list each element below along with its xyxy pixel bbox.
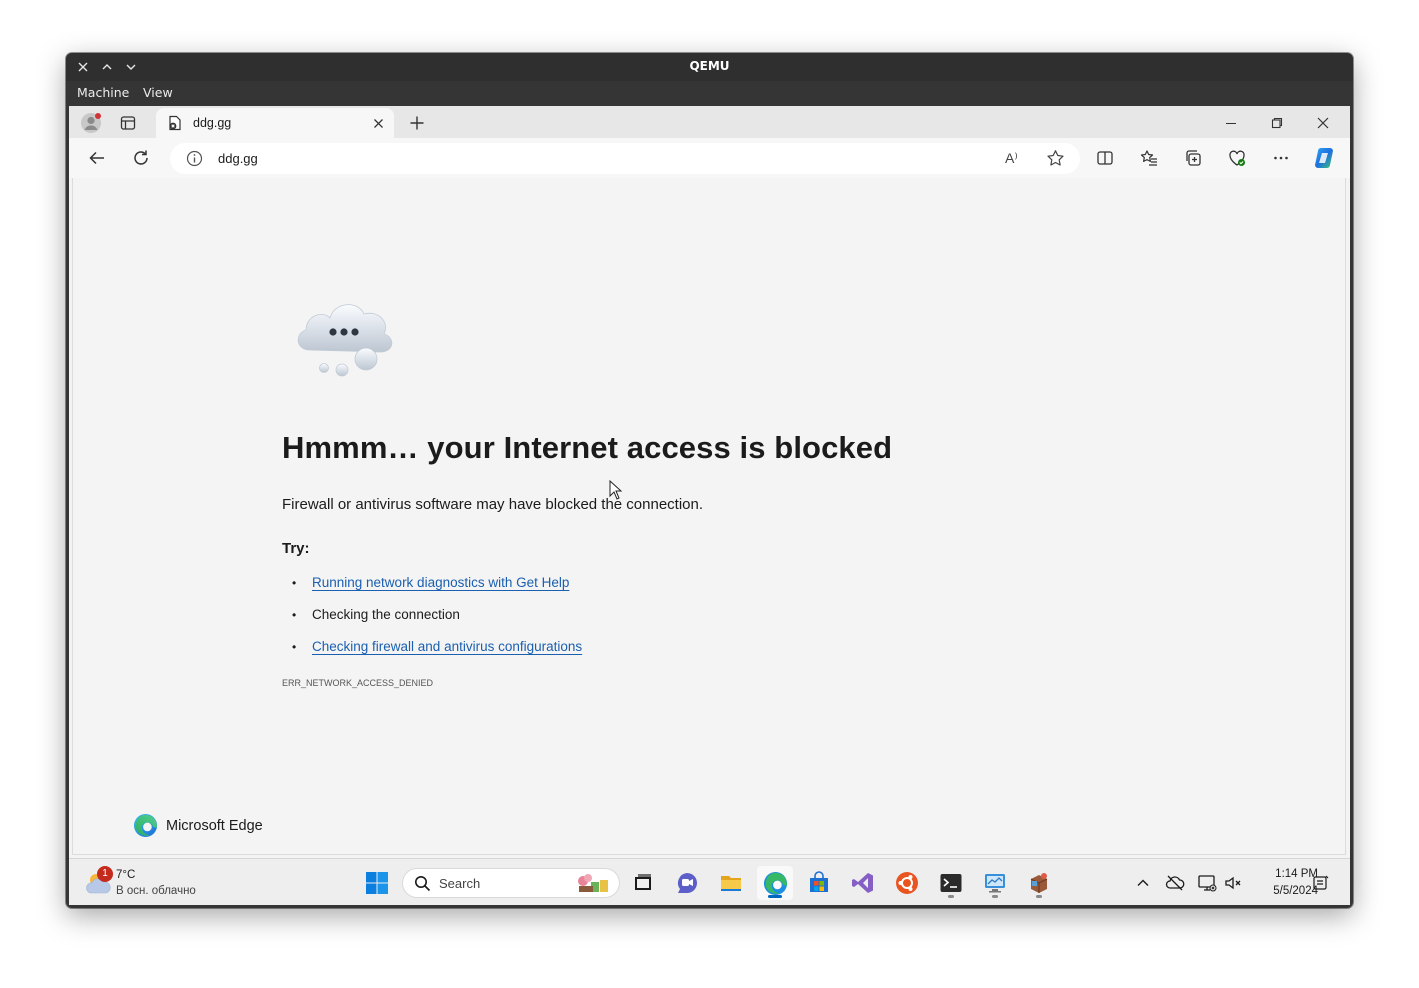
refresh-icon[interactable] — [126, 144, 156, 172]
remote-desktop-icon[interactable] — [977, 866, 1013, 900]
bullet: • — [292, 608, 297, 622]
running-indicator — [1036, 895, 1042, 898]
search-highlight-icon — [575, 872, 611, 900]
page-content: Hmmm… your Internet access is blocked Fi… — [72, 178, 1346, 855]
taskbar: 1 7°C В осн. облачно Search 1:14 PM 5/5/… — [69, 858, 1350, 905]
network-icon[interactable] — [1195, 871, 1219, 895]
page-error-icon — [167, 115, 183, 135]
error-heading: Hmmm… your Internet access is blocked — [282, 430, 893, 465]
search-placeholder: Search — [439, 876, 481, 891]
package-app-icon[interactable] — [1021, 866, 1057, 900]
error-subtitle: Firewall or antivirus software may have … — [282, 496, 704, 513]
list-item: • Checking the connection — [292, 607, 460, 622]
error-code: ERR_NETWORK_ACCESS_DENIED — [282, 678, 434, 688]
search-icon — [414, 875, 431, 896]
edge-brand-text: Microsoft Edge — [166, 817, 263, 834]
tab-actions-icon[interactable] — [114, 110, 142, 136]
minimize-icon[interactable] — [1211, 110, 1251, 136]
window-title: QEMU — [689, 59, 730, 73]
mouse-cursor-icon — [609, 479, 623, 504]
windows-logo-icon — [366, 872, 388, 894]
menu-machine[interactable]: Machine — [77, 85, 129, 100]
profile-avatar-icon[interactable] — [77, 110, 105, 136]
more-menu-icon[interactable] — [1266, 144, 1296, 172]
edge-brand: Microsoft Edge — [133, 813, 263, 838]
browser-essentials-icon[interactable] — [1222, 144, 1252, 172]
qemu-window: QEMU Machine View ddg.gg ddg.gg A⁾ Hmmm…… — [66, 53, 1353, 908]
get-help-link[interactable]: Running network diagnostics with Get Hel… — [312, 575, 569, 590]
new-tab-icon[interactable] — [403, 110, 431, 136]
tab-title: ddg.gg — [193, 116, 232, 130]
weather-desc[interactable]: В осн. облачно — [116, 885, 196, 897]
info-icon[interactable] — [186, 150, 203, 171]
qemu-titlebar: QEMU — [66, 53, 1353, 81]
copilot-icon[interactable] — [1310, 144, 1340, 172]
task-view-icon[interactable] — [625, 866, 661, 900]
restore-icon[interactable] — [1257, 110, 1297, 136]
try-label: Try: — [282, 540, 310, 557]
list-item: • Running network diagnostics with Get He… — [292, 575, 569, 590]
edge-taskbar-icon[interactable] — [757, 866, 793, 900]
edge-logo-icon — [133, 813, 158, 838]
tray-chevron-up-icon[interactable] — [1131, 871, 1155, 895]
address-text[interactable]: ddg.gg — [218, 151, 258, 166]
file-explorer-icon[interactable] — [713, 866, 749, 900]
tab-strip: ddg.gg — [69, 106, 1350, 138]
active-indicator — [768, 895, 782, 898]
running-indicator — [992, 895, 998, 898]
visual-studio-icon[interactable] — [845, 866, 881, 900]
start-button[interactable] — [359, 866, 395, 900]
address-bar[interactable]: ddg.gg A⁾ — [170, 143, 1080, 174]
terminal-icon[interactable] — [933, 866, 969, 900]
check-connection-text: Checking the connection — [312, 607, 460, 622]
bullet: • — [292, 576, 297, 590]
weather-badge: 1 — [97, 866, 113, 882]
read-aloud-icon[interactable]: A⁾ — [1005, 150, 1018, 167]
onedrive-off-icon[interactable] — [1163, 871, 1187, 895]
ubuntu-icon[interactable] — [889, 866, 925, 900]
split-screen-icon[interactable] — [1090, 144, 1120, 172]
volume-muted-icon[interactable] — [1221, 871, 1245, 895]
weather-temp[interactable]: 7°C — [116, 869, 135, 881]
back-arrow-icon[interactable] — [82, 144, 112, 172]
store-icon[interactable] — [801, 866, 837, 900]
teams-chat-icon[interactable] — [669, 866, 705, 900]
tab-close-icon[interactable] — [370, 115, 386, 131]
favorite-star-icon[interactable] — [1046, 149, 1065, 172]
menu-view[interactable]: View — [143, 85, 173, 100]
taskbar-search[interactable]: Search — [402, 868, 620, 898]
firewall-config-link[interactable]: Checking firewall and antivirus configur… — [312, 639, 582, 654]
guest-screen: ddg.gg ddg.gg A⁾ Hmmm… your Internet acc… — [69, 106, 1350, 905]
running-indicator — [948, 895, 954, 898]
browser-toolbar: ddg.gg A⁾ — [69, 138, 1350, 178]
tab-ddg[interactable]: ddg.gg — [156, 108, 394, 138]
collections-icon[interactable] — [1178, 144, 1208, 172]
qemu-menubar: Machine View — [66, 81, 1353, 106]
bullet: • — [292, 640, 297, 654]
favorites-icon[interactable] — [1134, 144, 1164, 172]
list-item: • Checking firewall and antivirus configu… — [292, 639, 582, 654]
notification-icon[interactable] — [1309, 871, 1333, 895]
window-close-icon[interactable] — [1303, 110, 1343, 136]
cloud-icon — [292, 296, 398, 384]
